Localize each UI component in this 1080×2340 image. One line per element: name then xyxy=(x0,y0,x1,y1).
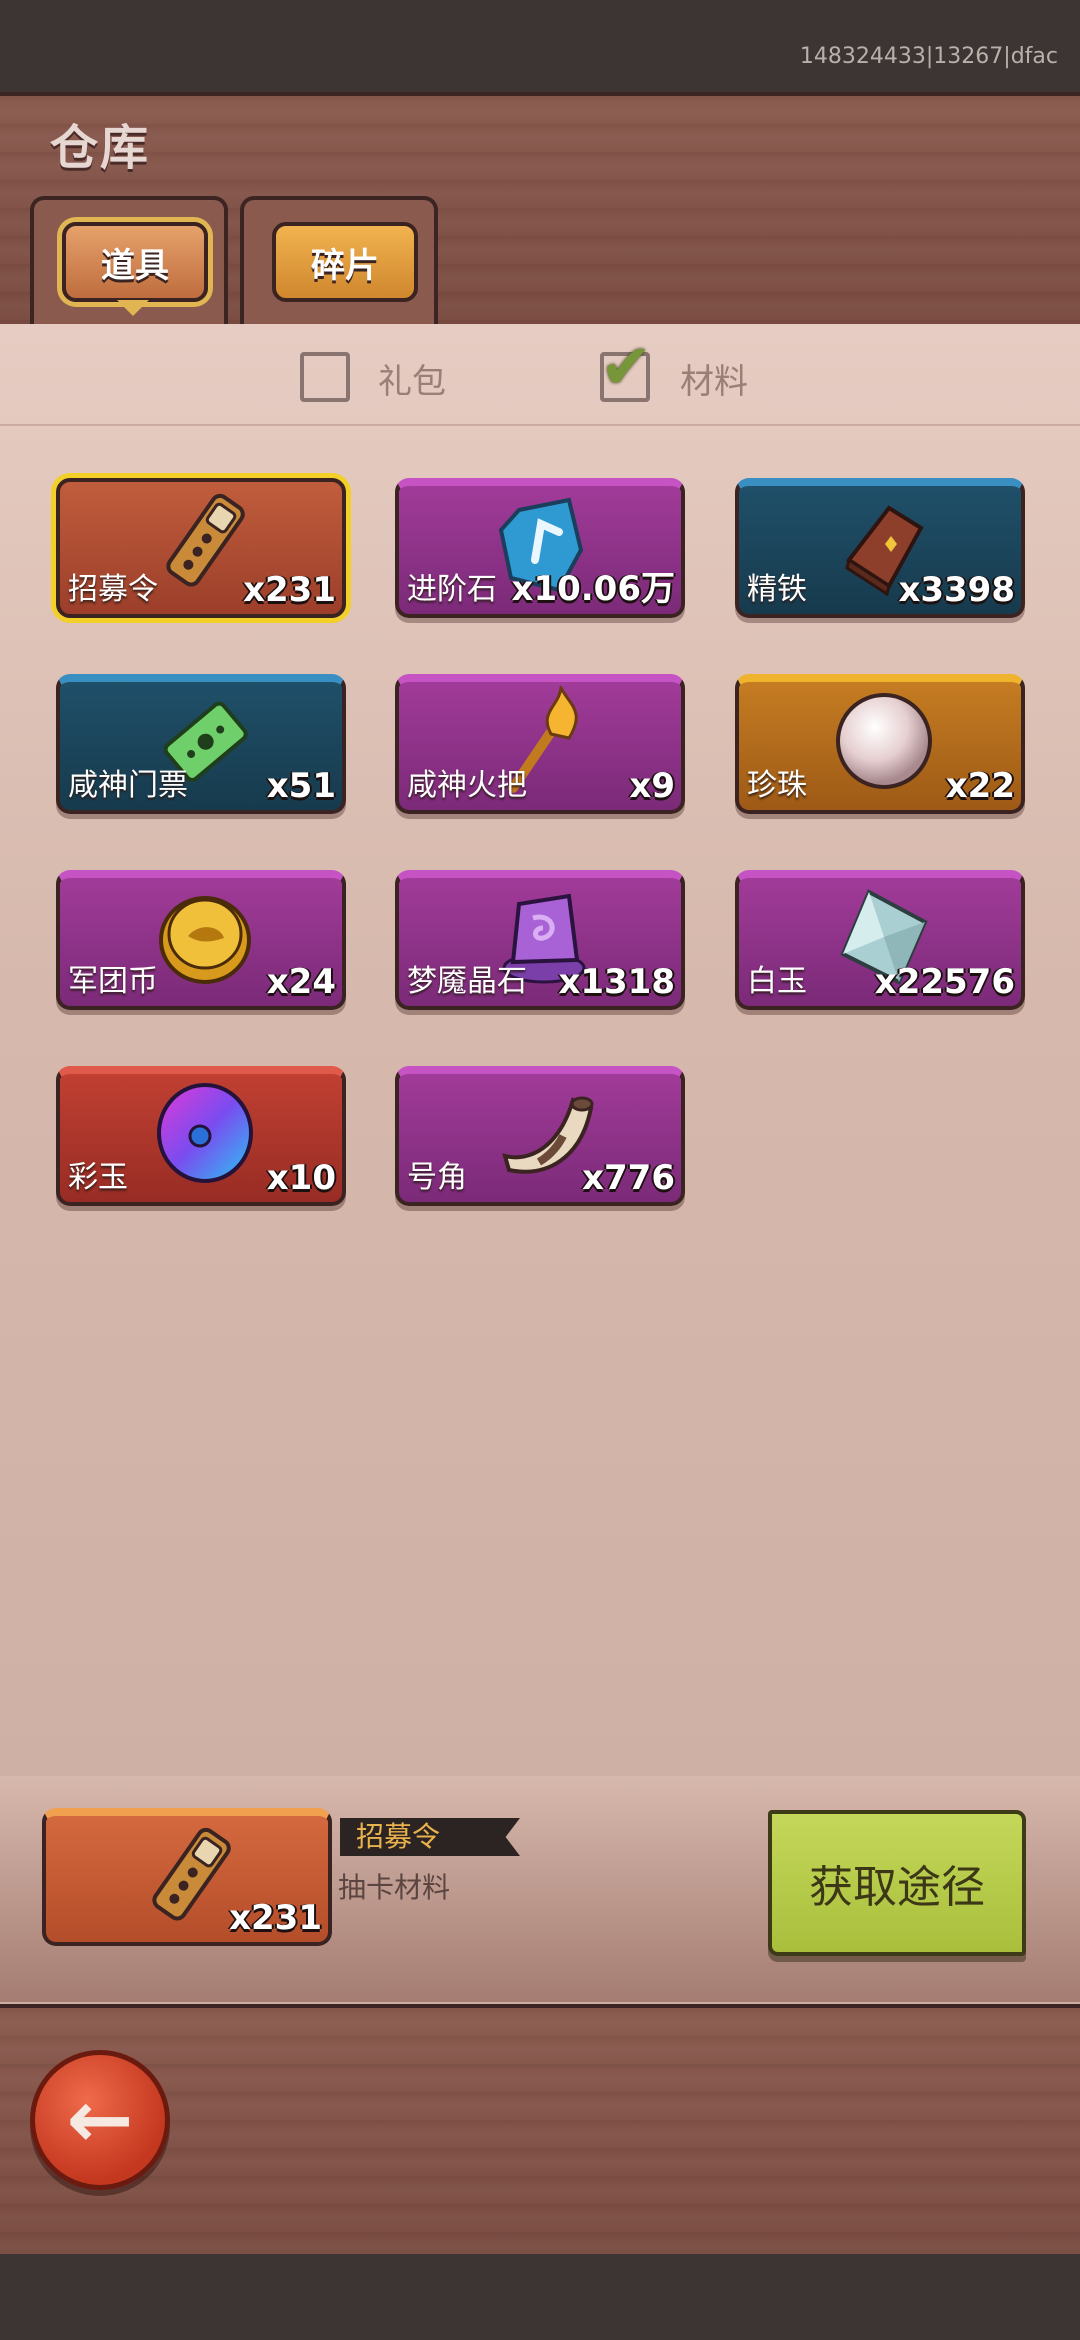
item-count: x22 xyxy=(945,766,1015,806)
item-count: x10.06万 xyxy=(511,569,675,609)
selected-item-slot[interactable]: x231 xyxy=(42,1808,332,1946)
item-slot[interactable]: 进阶石 x10.06万 xyxy=(395,478,685,618)
pearl-icon xyxy=(836,693,932,789)
item-count: x22576 xyxy=(874,962,1015,1002)
footer-bar: ← xyxy=(0,2004,1080,2258)
get-source-button[interactable]: 获取途径 xyxy=(768,1810,1026,1956)
item-name: 梦魇晶石 xyxy=(407,964,527,999)
selected-item-count: x231 xyxy=(229,1898,322,1938)
color-jade-icon xyxy=(157,1083,253,1183)
item-name: 彩玉 xyxy=(68,1160,128,1195)
page-title: 仓库 xyxy=(50,120,151,176)
item-count: x1318 xyxy=(558,962,675,1002)
item-count: x231 xyxy=(243,570,336,610)
warehouse-header: 仓库 道具 碎片 xyxy=(0,92,1080,328)
back-button[interactable]: ← xyxy=(30,2050,170,2190)
item-name: 进阶石 xyxy=(407,572,497,607)
item-detail-bar: x231 招募令 抽卡材料 获取途径 xyxy=(0,1776,1080,2002)
item-slot[interactable]: 咸神火把 x9 xyxy=(395,674,685,814)
tab-selected-indicator xyxy=(117,300,149,316)
item-slot[interactable]: 号角 x776 xyxy=(395,1066,685,1206)
bottom-strip xyxy=(0,2254,1080,2340)
item-name: 精铁 xyxy=(747,572,807,607)
item-name: 号角 xyxy=(407,1160,467,1195)
tab-items[interactable]: 道具 xyxy=(62,222,208,302)
inventory-panel: 礼包 ✔ 材料 招募令 x231 进阶石 x10.06万 精铁 x3398 咸神… xyxy=(0,324,1080,2004)
item-count: x776 xyxy=(582,1158,675,1198)
item-slot[interactable]: 彩玉 x10 xyxy=(56,1066,346,1206)
item-count: x10 xyxy=(266,1158,336,1198)
item-slot[interactable]: 咸神门票 x51 xyxy=(56,674,346,814)
item-count: x24 xyxy=(266,962,336,1002)
item-name: 白玉 xyxy=(747,964,807,999)
item-slot[interactable]: 精铁 x3398 xyxy=(735,478,1025,618)
item-count: x9 xyxy=(629,766,675,806)
selected-item-name: 招募令 xyxy=(356,1820,441,1853)
back-arrow-icon: ← xyxy=(66,2073,134,2166)
item-slot[interactable]: 白玉 x22576 xyxy=(735,870,1025,1010)
item-name: 珍珠 xyxy=(747,768,807,803)
tab-fragments[interactable]: 碎片 xyxy=(272,222,418,302)
legion-coin-icon xyxy=(159,896,251,984)
item-grid: 招募令 x231 进阶石 x10.06万 精铁 x3398 咸神门票 x51 咸… xyxy=(0,324,1080,1224)
item-count: x3398 xyxy=(898,570,1015,610)
tab-fragments-frame: 碎片 xyxy=(240,196,438,326)
item-slot[interactable]: 梦魇晶石 x1318 xyxy=(395,870,685,1010)
item-name: 军团币 xyxy=(68,964,158,999)
item-slot[interactable]: 招募令 x231 xyxy=(56,478,346,618)
item-name: 咸神火把 xyxy=(407,768,527,803)
status-bar: 148324433|13267|dfac xyxy=(0,0,1080,92)
item-name: 咸神门票 xyxy=(68,768,188,803)
player-id-text: 148324433|13267|dfac xyxy=(799,44,1058,69)
item-count: x51 xyxy=(266,766,336,806)
item-slot[interactable]: 军团币 x24 xyxy=(56,870,346,1010)
item-slot[interactable]: 珍珠 x22 xyxy=(735,674,1025,814)
selected-item-description: 抽卡材料 xyxy=(338,1871,451,1904)
item-name: 招募令 xyxy=(68,572,158,607)
